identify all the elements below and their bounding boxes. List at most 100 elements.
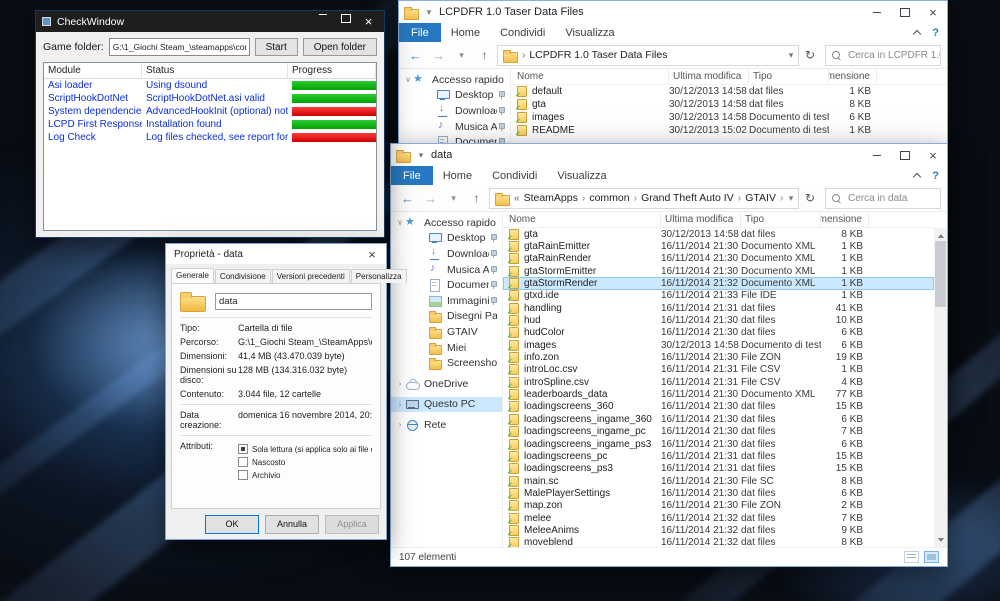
maximize-button[interactable]	[891, 1, 919, 23]
file-row[interactable]: loadingscreens_ps3 16/11/2014 21:31 dat …	[503, 463, 934, 475]
breadcrumb-item[interactable]: Grand Theft Auto IV	[641, 192, 745, 204]
forward-button[interactable]	[420, 188, 441, 209]
sidebar-item[interactable]: Desktop	[399, 88, 510, 104]
table-row[interactable]: System dependencies AdvancedHookInit (op…	[44, 105, 376, 118]
column-header[interactable]: Module	[44, 63, 142, 78]
breadcrumb-item[interactable]: LCPDFR 1.0 Taser Data Files	[529, 49, 667, 61]
sidebar-item[interactable]: Miei	[391, 340, 502, 356]
quick-access-toolbar-caret-icon[interactable]	[423, 7, 435, 18]
column-header[interactable]: Status	[142, 63, 288, 78]
scroll-down-icon[interactable]	[934, 535, 947, 547]
sidebar-item[interactable]: › Questo PC	[391, 397, 502, 413]
file-row[interactable]: hudColor 16/11/2014 21:30 dat files 6 KB	[503, 327, 934, 339]
file-row[interactable]: README 30/12/2013 15:02 Documento di tes…	[511, 124, 947, 137]
attribute-checkbox[interactable]	[238, 470, 248, 480]
up-button[interactable]	[466, 188, 487, 209]
thumbnail-view-icon[interactable]	[924, 551, 939, 563]
refresh-icon[interactable]	[801, 45, 819, 66]
maximize-button[interactable]	[891, 144, 919, 166]
address-bar[interactable]: « SteamAppscommonGrand Theft Auto IVGTAI…	[489, 188, 799, 209]
tab-share[interactable]: Condividi	[490, 23, 555, 42]
tab-view[interactable]: Visualizza	[547, 166, 616, 185]
attribute-checkbox[interactable]	[238, 457, 248, 467]
column-header[interactable]: Dimensione	[829, 69, 877, 84]
sidebar-item[interactable]: Documenti	[391, 277, 502, 293]
up-button[interactable]	[474, 45, 495, 66]
history-dropdown-icon[interactable]	[443, 188, 464, 209]
minimize-button[interactable]	[313, 14, 332, 15]
expand-caret-icon[interactable]: ›	[395, 379, 405, 388]
cancel-button[interactable]: Annulla	[265, 515, 319, 534]
sidebar-item[interactable]: › Rete	[391, 417, 502, 433]
file-row[interactable]: gtaRainEmitter 16/11/2014 21:30 Document…	[503, 240, 934, 252]
sidebar-item[interactable]: Download	[391, 246, 502, 262]
file-row[interactable]: MalePlayerSettings 16/11/2014 21:30 dat …	[503, 487, 934, 499]
expand-caret-icon[interactable]: ›	[395, 400, 405, 409]
column-header[interactable]: Tipo	[741, 212, 821, 227]
search-box[interactable]	[825, 188, 941, 209]
address-dropdown-icon[interactable]	[784, 193, 798, 204]
file-row[interactable]: main.sc 16/11/2014 21:30 File SC 8 KB	[503, 475, 934, 487]
expand-caret-icon[interactable]: ∨	[395, 218, 405, 227]
history-dropdown-icon[interactable]	[451, 45, 472, 66]
help-icon[interactable]	[932, 27, 939, 39]
titlebar[interactable]: CheckWindow	[36, 11, 384, 32]
file-row[interactable]: gta 30/12/2013 14:58 dat files 8 KB	[511, 98, 947, 111]
tab-home[interactable]: Home	[441, 23, 490, 42]
sidebar-item[interactable]: Desktop	[391, 231, 502, 247]
column-header[interactable]: Ultima modifica	[669, 69, 749, 84]
sidebar-item[interactable]: Download	[399, 103, 510, 119]
column-header[interactable]: Nome	[511, 69, 669, 84]
column-header[interactable]: Tipo	[749, 69, 829, 84]
breadcrumb-item[interactable]: GTAIV	[745, 192, 784, 204]
dialog-tab[interactable]: Versioni precedenti	[272, 269, 350, 283]
file-row[interactable]: loadingscreens_ingame_ps3 16/11/2014 21:…	[503, 438, 934, 450]
minimize-button[interactable]	[863, 144, 891, 166]
forward-button[interactable]	[428, 45, 449, 66]
details-view-icon[interactable]	[904, 551, 919, 563]
close-button[interactable]	[359, 14, 378, 29]
titlebar[interactable]: Proprietà - data	[166, 244, 386, 264]
table-row[interactable]: LCPD First Response Installation found	[44, 118, 376, 131]
expand-caret-icon[interactable]: ∨	[403, 75, 413, 84]
vertical-scrollbar[interactable]	[934, 228, 947, 547]
close-button[interactable]	[919, 1, 947, 23]
dialog-tab[interactable]: Condivisione	[215, 269, 271, 283]
search-input[interactable]	[848, 189, 940, 208]
file-row[interactable]: default 30/12/2013 14:58 dat files 1 KB	[511, 85, 947, 98]
game-folder-input[interactable]	[109, 38, 250, 56]
sidebar-item[interactable]: Immagini	[391, 293, 502, 309]
dialog-tab[interactable]: Personalizza	[351, 269, 407, 283]
titlebar[interactable]: data	[391, 144, 947, 166]
dialog-tab[interactable]: Generale	[171, 268, 214, 283]
ok-button[interactable]: OK	[205, 515, 259, 534]
file-row[interactable]: introSpline.csv 16/11/2014 21:31 File CS…	[503, 376, 934, 388]
file-row[interactable]: gtxd.ide 16/11/2014 21:33 File IDE 1 KB	[503, 290, 934, 302]
file-row[interactable]: images 30/12/2013 14:58 Documento di tes…	[503, 339, 934, 351]
sidebar-item[interactable]: GTAIV	[391, 324, 502, 340]
back-button[interactable]	[405, 45, 426, 66]
table-row[interactable]: ScriptHookDotNet ScriptHookDotNet.asi va…	[44, 92, 376, 105]
sidebar-item[interactable]: › OneDrive	[391, 376, 502, 392]
table-row[interactable]: Log Check Log files checked, see report …	[44, 131, 376, 144]
folder-name-input[interactable]	[215, 293, 372, 310]
search-box[interactable]	[825, 45, 941, 66]
file-row[interactable]: gtaStormRender 16/11/2014 21:32 Document…	[503, 277, 934, 289]
tab-share[interactable]: Condividi	[482, 166, 547, 185]
column-header[interactable]: Dimensione	[821, 212, 869, 227]
scroll-up-icon[interactable]	[934, 228, 947, 240]
file-row[interactable]: loadingscreens_ingame_pc 16/11/2014 21:3…	[503, 426, 934, 438]
file-row[interactable]: gtaStormEmitter 16/11/2014 21:30 Documen…	[503, 265, 934, 277]
breadcrumb-item[interactable]: common	[589, 192, 641, 204]
sidebar-item[interactable]: ∨ Accesso rapido	[391, 215, 502, 231]
file-row[interactable]: handling 16/11/2014 21:31 dat files 41 K…	[503, 302, 934, 314]
file-row[interactable]: melee 16/11/2014 21:32 dat files 7 KB	[503, 512, 934, 524]
address-bar[interactable]: › LCPDFR 1.0 Taser Data Files	[497, 45, 799, 66]
file-row[interactable]: moveblend 16/11/2014 21:32 dat files 8 K…	[503, 537, 934, 547]
file-row[interactable]: loadingscreens_ingame_360 16/11/2014 21:…	[503, 413, 934, 425]
tab-file[interactable]: File	[391, 166, 433, 185]
maximize-button[interactable]	[336, 14, 355, 23]
tab-home[interactable]: Home	[433, 166, 482, 185]
sidebar-item[interactable]: Disegni Paint	[391, 309, 502, 325]
column-header[interactable]: Progress	[288, 63, 376, 78]
